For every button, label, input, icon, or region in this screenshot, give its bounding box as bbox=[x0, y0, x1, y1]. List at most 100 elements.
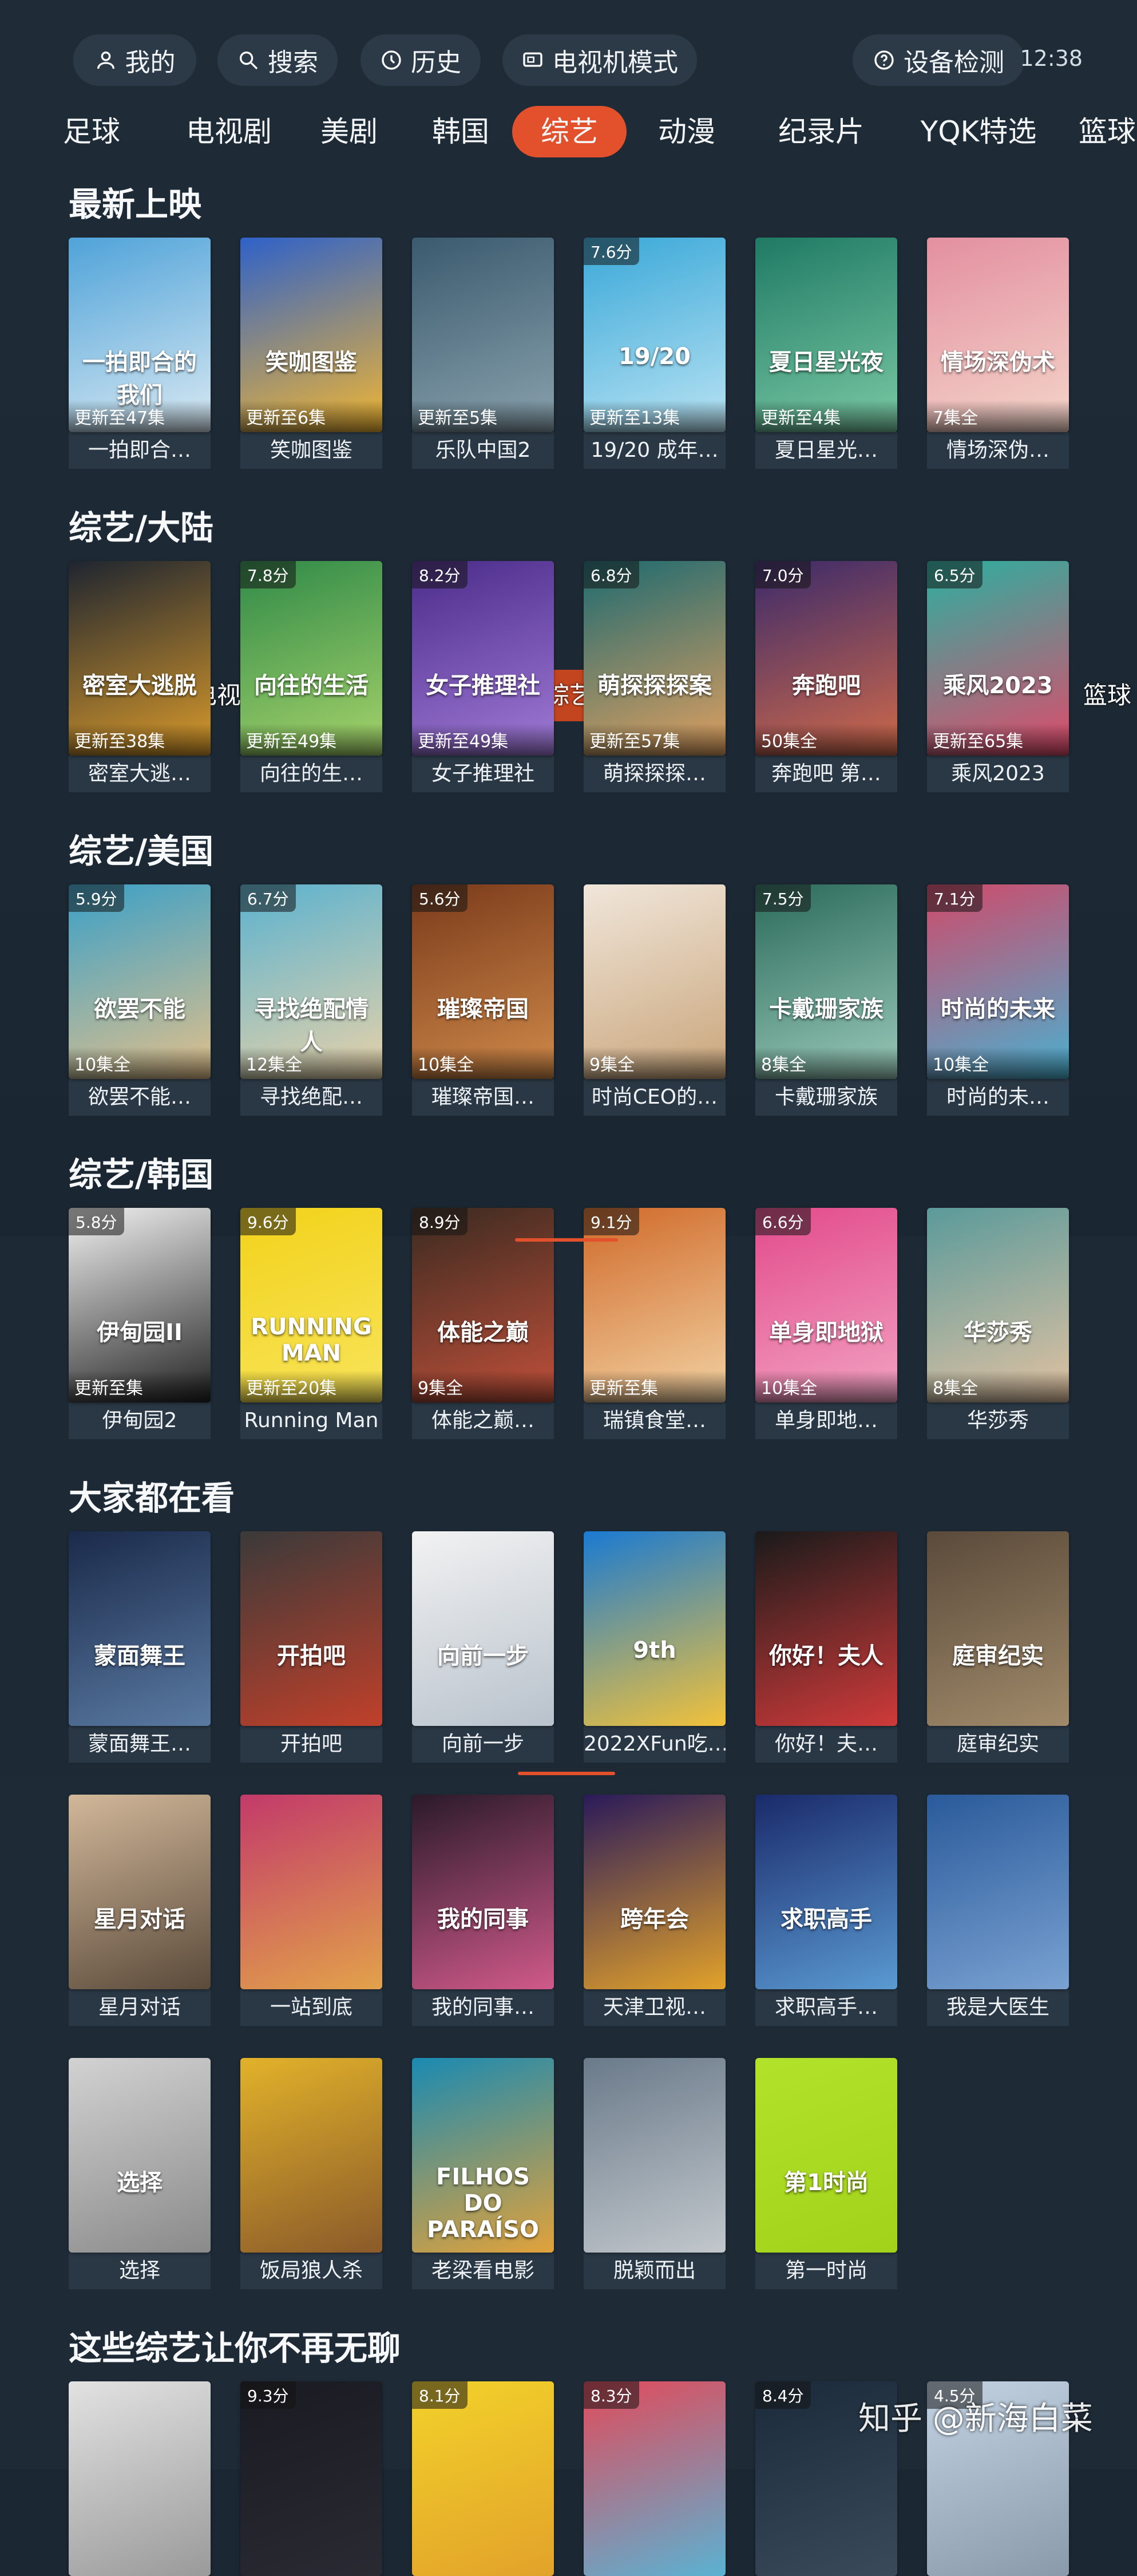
show-card[interactable]: 华莎秀 8集全 华莎秀 bbox=[927, 1208, 1069, 1439]
show-card[interactable]: 密室大逃脱 更新至38集 密室大逃… bbox=[69, 561, 211, 792]
episode-status: 9集全 bbox=[412, 1370, 554, 1402]
episode-status: 7集全 bbox=[927, 400, 1069, 432]
show-title: 2022XFun吃… bbox=[584, 1726, 726, 1763]
show-title: 蒙面舞王… bbox=[69, 1726, 211, 1763]
poster-image: 乘风2023 6.5分 更新至65集 bbox=[927, 561, 1069, 756]
show-card[interactable]: 我的同事 我的同事… bbox=[412, 1795, 554, 2026]
tab-1[interactable]: 电视剧 bbox=[166, 106, 292, 157]
poster-title-art: 夏日星光夜 bbox=[769, 349, 884, 376]
show-card[interactable]: 女子推理社 8.2分 更新至49集 女子推理社 bbox=[412, 561, 554, 792]
show-card[interactable]: FILHOS DO PARAÍSO 老梁看电影 bbox=[412, 2058, 554, 2289]
episode-status: 更新至20集 bbox=[240, 1370, 382, 1402]
tab-7[interactable]: YQK特选 bbox=[910, 106, 1047, 157]
show-card[interactable]: 9.3分 bbox=[240, 2381, 382, 2576]
show-card[interactable]: 开拍吧 开拍吧 bbox=[240, 1531, 382, 1763]
poster-title-art: 你好！夫人 bbox=[769, 1643, 884, 1669]
show-card[interactable]: 体能之巅 8.9分 9集全 体能之巅… bbox=[412, 1208, 554, 1439]
show-card[interactable]: 你好！夫人 你好！夫… bbox=[755, 1531, 897, 1763]
show-title: 女子推理社 bbox=[412, 756, 554, 792]
show-card[interactable]: 更新至5集 乐队中国2 bbox=[412, 238, 554, 469]
section-title: 这些综艺让你不再无聊 bbox=[69, 2329, 401, 2368]
search-icon bbox=[240, 52, 258, 70]
show-card[interactable]: 一站到底 bbox=[240, 1795, 382, 2026]
show-card[interactable]: 脱颖而出 bbox=[584, 2058, 726, 2289]
search-button[interactable]: 搜索 bbox=[217, 34, 338, 86]
device-check-button[interactable]: 设备检测 bbox=[853, 34, 1024, 86]
search-label: 搜索 bbox=[268, 48, 318, 77]
show-card[interactable]: 跨年会 天津卫视… bbox=[584, 1795, 726, 2026]
show-card[interactable]: 情场深伪术 7集全 情场深伪… bbox=[927, 238, 1069, 469]
poster-image: 密室大逃脱 更新至38集 bbox=[69, 561, 211, 756]
show-card[interactable]: 19/20 7.6分 更新至13集 19/20 成年… bbox=[584, 238, 726, 469]
poster-title-art: 跨年会 bbox=[620, 1906, 689, 1933]
poster-title-art: 19/20 bbox=[619, 343, 691, 370]
show-card[interactable]: 选择 选择 bbox=[69, 2058, 211, 2289]
show-card[interactable]: 我是大医生 bbox=[927, 1795, 1069, 2026]
rating-badge: 5.8分 bbox=[69, 1208, 124, 1235]
tab-5[interactable]: 动漫 bbox=[649, 106, 724, 157]
show-title: 卡戴珊家族 bbox=[755, 1079, 897, 1116]
top-bar: 我的 搜索 历史 电视机模式 设备检测 12:38 bbox=[0, 29, 1137, 92]
show-card[interactable]: 9th 2022XFun吃… bbox=[584, 1531, 726, 1763]
poster-title-art: 时尚的未来 bbox=[941, 996, 1055, 1022]
overlay-tab-8[interactable]: 篮球 bbox=[1070, 670, 1137, 721]
show-card[interactable]: 求职高手 求职高手… bbox=[755, 1795, 897, 2026]
show-title: 我的同事… bbox=[412, 1989, 554, 2026]
rating-badge: 9.1分 bbox=[584, 1208, 639, 1235]
tv-mode-button[interactable]: 电视机模式 bbox=[502, 34, 697, 86]
tab-3[interactable]: 韩国 bbox=[423, 106, 498, 157]
show-card[interactable]: 向前一步 向前一步 bbox=[412, 1531, 554, 1763]
show-card[interactable]: 单身即地狱 6.6分 10集全 单身即地… bbox=[755, 1208, 897, 1439]
rating-badge: 6.8分 bbox=[584, 561, 639, 588]
show-card[interactable]: 笑咖图鉴 更新至6集 笑咖图鉴 bbox=[240, 238, 382, 469]
show-card[interactable]: 卡戴珊家族 7.5分 8集全 卡戴珊家族 bbox=[755, 884, 897, 1116]
poster-title-art: 蒙面舞王 bbox=[94, 1643, 185, 1669]
show-card[interactable]: 庭审纪实 庭审纪实 bbox=[927, 1531, 1069, 1763]
show-title: 第一时尚 bbox=[755, 2253, 897, 2289]
episode-status: 更新至47集 bbox=[69, 400, 211, 432]
show-card[interactable]: 欲罢不能 5.9分 10集全 欲罢不能… bbox=[69, 884, 211, 1116]
episode-status: 更新至49集 bbox=[412, 724, 554, 756]
show-card[interactable]: 蒙面舞王蒙面舞王… bbox=[69, 1531, 211, 1763]
poster-image: 夏日星光夜 更新至4集 bbox=[755, 238, 897, 432]
history-button[interactable]: 历史 bbox=[360, 34, 481, 86]
tab-0[interactable]: 足球 bbox=[51, 106, 132, 157]
show-card[interactable]: 寻找绝配情人 6.7分 12集全 寻找绝配… bbox=[240, 884, 382, 1116]
episode-status: 10集全 bbox=[412, 1047, 554, 1079]
episode-status: 8集全 bbox=[755, 1047, 897, 1079]
tab-2[interactable]: 美剧 bbox=[312, 106, 386, 157]
poster-image: 情场深伪术 7集全 bbox=[927, 238, 1069, 432]
show-card[interactable]: 伊甸园II 5.8分 更新至集 伊甸园2 bbox=[69, 1208, 211, 1439]
show-card[interactable]: 萌探探探案 6.8分 更新至57集 萌探探探… bbox=[584, 561, 726, 792]
poster-title-art: 情场深伪术 bbox=[941, 349, 1055, 376]
poster-title-art: 庭审纪实 bbox=[952, 1643, 1044, 1669]
show-card[interactable]: 第1时尚 第一时尚 bbox=[755, 2058, 897, 2289]
show-card[interactable]: 夏日星光夜 更新至4集 夏日星光… bbox=[755, 238, 897, 469]
show-card[interactable]: 星月对话 星月对话 bbox=[69, 1795, 211, 2026]
show-card[interactable]: 9集全 时尚CEO的… bbox=[584, 884, 726, 1116]
poster-title-art: 女子推理社 bbox=[426, 673, 540, 699]
poster-image: 伊甸园II 5.8分 更新至集 bbox=[69, 1208, 211, 1402]
show-card[interactable]: 璀璨帝国 5.6分 10集全 璀璨帝国… bbox=[412, 884, 554, 1116]
show-title: 一站到底 bbox=[240, 1989, 382, 2026]
tab-4[interactable]: 综艺 bbox=[512, 106, 627, 157]
show-card[interactable] bbox=[69, 2381, 211, 2576]
show-card[interactable]: RUNNING MAN 9.6分 更新至20集 Running Man bbox=[240, 1208, 382, 1439]
tab-8[interactable]: 篮球 bbox=[1070, 106, 1137, 157]
episode-status: 更新至集 bbox=[584, 1370, 726, 1402]
mine-button[interactable]: 我的 bbox=[73, 34, 196, 86]
tab-6[interactable]: 纪录片 bbox=[767, 106, 875, 157]
show-card[interactable]: 9.1分 更新至集 瑞镇食堂… bbox=[584, 1208, 726, 1439]
show-card[interactable]: 乘风2023 6.5分 更新至65集 乘风2023 bbox=[927, 561, 1069, 792]
rating-badge: 8.9分 bbox=[412, 1208, 468, 1235]
poster-image: 8.3分 bbox=[584, 2381, 726, 2576]
show-card[interactable]: 奔跑吧 7.0分 50集全 奔跑吧 第… bbox=[755, 561, 897, 792]
show-card[interactable]: 8.3分 bbox=[584, 2381, 726, 2576]
show-card[interactable]: 一拍即合的我们 更新至47集 一拍即合… bbox=[69, 238, 211, 469]
poster-title-art: RUNNING MAN bbox=[251, 1314, 372, 1366]
show-card[interactable]: 向往的生活 7.8分 更新至49集 向往的生… bbox=[240, 561, 382, 792]
show-card[interactable]: 饭局狼人杀 bbox=[240, 2058, 382, 2289]
show-card[interactable]: 8.1分 bbox=[412, 2381, 554, 2576]
show-card[interactable]: 时尚的未来 7.1分 10集全 时尚的未… bbox=[927, 884, 1069, 1116]
poster-image: 一拍即合的我们 更新至47集 bbox=[69, 238, 211, 432]
